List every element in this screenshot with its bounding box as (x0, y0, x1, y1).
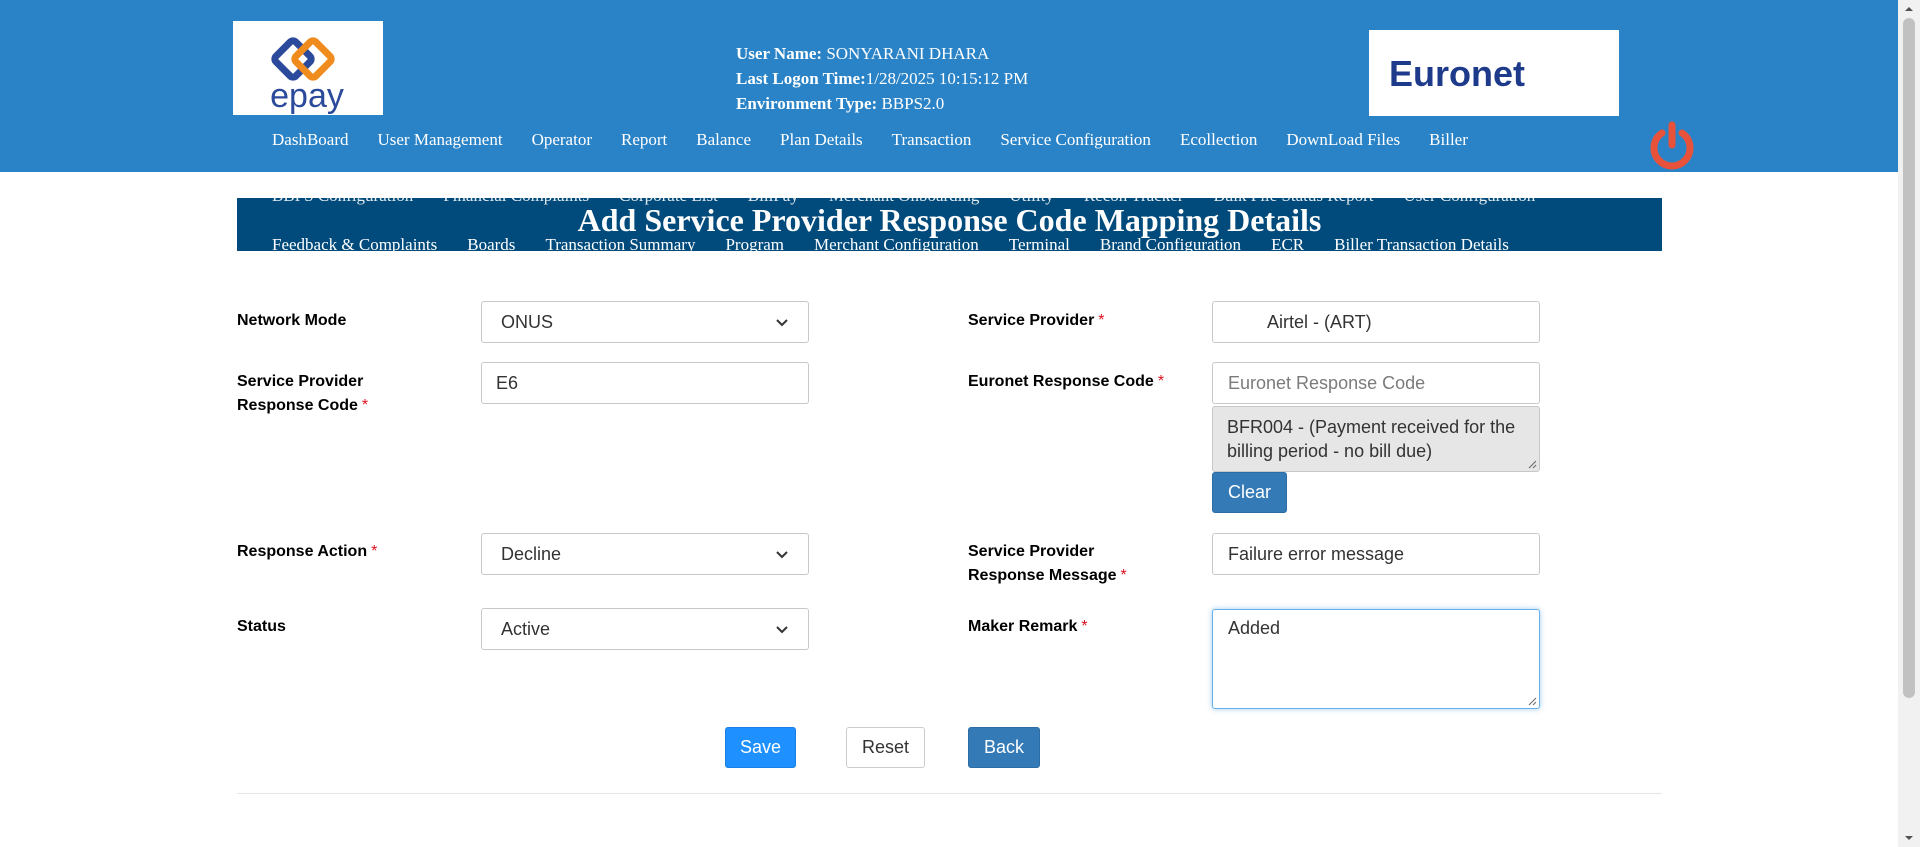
logon-time-value: 1/28/2025 10:15:12 PM (865, 69, 1029, 88)
environment-value: BBPS2.0 (881, 94, 945, 113)
submenu-item-program[interactable]: Program (725, 235, 784, 251)
sp-response-message-input[interactable]: Failure error message (1212, 533, 1540, 575)
nav-item-transaction[interactable]: Transaction (892, 130, 972, 154)
scrollbar-thumb[interactable] (1903, 18, 1915, 698)
maker-remark-textarea[interactable]: Added (1212, 609, 1540, 709)
nav-item-download-files[interactable]: DownLoad Files (1286, 130, 1400, 154)
nav-item-report[interactable]: Report (621, 130, 667, 154)
euronet-response-code-label: Euronet Response Code * (968, 373, 1165, 390)
response-action-value: Decline (501, 543, 562, 564)
nav-item-balance[interactable]: Balance (696, 130, 751, 154)
service-provider-label: Service Provider * (968, 312, 1105, 329)
maker-remark-value: Added (1228, 618, 1281, 638)
save-button[interactable]: Save (725, 727, 796, 768)
submenu-bottom-row: Feedback & Complaints Boards Transaction… (272, 235, 1539, 251)
euronet-selected-code-textarea[interactable]: BFR004 - (Payment received for the billi… (1212, 406, 1540, 472)
page-title-band: BBPS Configuration Financial Complaints … (237, 198, 1662, 251)
chevron-down-icon (776, 551, 788, 559)
user-name-row: User Name: SONYARANI DHARA (736, 41, 1028, 66)
footer-divider (237, 793, 1662, 794)
nav-item-dashboard[interactable]: DashBoard (272, 130, 348, 154)
environment-label: Environment Type: (736, 94, 878, 113)
reset-button[interactable]: Reset (846, 727, 925, 768)
nav-item-service-configuration[interactable]: Service Configuration (1000, 130, 1151, 154)
logon-time-row: Last Logon Time:1/28/2025 10:15:12 PM (736, 66, 1028, 91)
back-button[interactable]: Back (968, 727, 1040, 768)
power-icon[interactable] (1648, 119, 1696, 171)
environment-row: Environment Type: BBPS2.0 (736, 91, 1028, 116)
scroll-down-icon[interactable] (1904, 833, 1914, 843)
submenu-item-merchant-configuration[interactable]: Merchant Configuration (814, 235, 979, 251)
nav-item-user-management[interactable]: User Management (377, 130, 502, 154)
main-nav: DashBoard User Management Operator Repor… (272, 130, 1497, 154)
submenu-item-biller-transaction-details[interactable]: Biller Transaction Details (1334, 235, 1509, 251)
sp-response-message-label: Service Provider Response Message * (968, 543, 1127, 584)
vertical-scrollbar[interactable] (1898, 0, 1920, 847)
service-provider-select[interactable]: Airtel - (ART) (1212, 301, 1540, 343)
submenu-item-boards[interactable]: Boards (467, 235, 515, 251)
sp-response-code-value: E6 (496, 372, 519, 393)
submenu-item-ecr[interactable]: ECR (1271, 235, 1304, 251)
epay-logo: epay (233, 21, 383, 115)
user-name-label: User Name: (736, 44, 823, 63)
euronet-response-code-placeholder: Euronet Response Code (1228, 372, 1426, 393)
nav-item-plan-details[interactable]: Plan Details (780, 130, 863, 154)
svg-text:epay: epay (270, 77, 344, 115)
network-mode-select[interactable]: ONUS (481, 301, 809, 343)
nav-item-operator[interactable]: Operator (532, 130, 592, 154)
euronet-logo: Euronet (1369, 30, 1619, 116)
user-name-value: SONYARANI DHARA (826, 44, 990, 63)
status-select[interactable]: Active (481, 608, 809, 650)
resize-grip-icon[interactable] (1527, 696, 1537, 706)
resize-grip-icon[interactable] (1527, 459, 1537, 469)
sp-response-code-input[interactable]: E6 (481, 362, 809, 404)
sp-response-code-label: Service Provider Response Code * (237, 373, 369, 414)
sp-response-message-value: Failure error message (1228, 543, 1405, 564)
maker-remark-label: Maker Remark * (968, 618, 1088, 635)
status-value: Active (501, 618, 551, 639)
chevron-down-icon (776, 319, 788, 327)
response-action-select[interactable]: Decline (481, 533, 809, 575)
submenu-item-feedback-complaints[interactable]: Feedback & Complaints (272, 235, 437, 251)
euronet-selected-code-text: BFR004 - (Payment received for the billi… (1227, 417, 1516, 461)
chevron-down-icon (776, 626, 788, 634)
network-mode-value: ONUS (501, 311, 554, 332)
euronet-logo-graphic: Euronet (1389, 53, 1525, 94)
scroll-up-icon[interactable] (1904, 4, 1914, 14)
nav-item-ecollection[interactable]: Ecollection (1180, 130, 1257, 154)
status-label: Status (237, 618, 286, 635)
clear-button[interactable]: Clear (1212, 472, 1287, 513)
nav-item-biller[interactable]: Biller (1429, 130, 1468, 154)
submenu-item-terminal[interactable]: Terminal (1009, 235, 1070, 251)
response-action-label: Response Action * (237, 543, 378, 560)
header-bar: epay User Name: SONYARANI DHARA Last Log… (0, 0, 1898, 172)
page-title: Add Service Provider Response Code Mappi… (577, 202, 1322, 238)
epay-logo-graphic: epay (270, 37, 344, 115)
network-mode-label: Network Mode (237, 312, 347, 329)
user-info: User Name: SONYARANI DHARA Last Logon Ti… (736, 41, 1028, 116)
svg-text:Euronet: Euronet (1389, 53, 1525, 94)
submenu-item-brand-configuration[interactable]: Brand Configuration (1100, 235, 1241, 251)
submenu-item-transaction-summary[interactable]: Transaction Summary (545, 235, 695, 251)
euronet-response-code-search[interactable]: Euronet Response Code (1212, 362, 1540, 404)
service-provider-value: Airtel - (ART) (1267, 311, 1372, 332)
logon-time-label: Last Logon Time: (736, 69, 866, 88)
